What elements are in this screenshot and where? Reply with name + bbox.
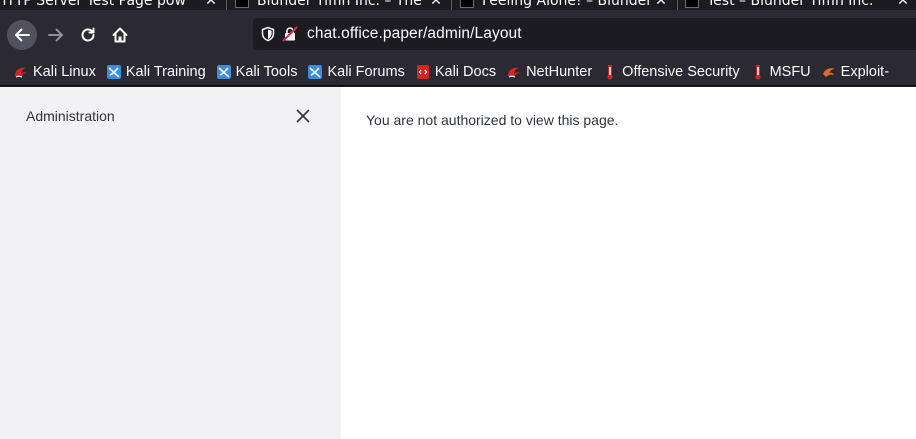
bookmark-label: NetHunter xyxy=(526,63,593,80)
bookmark-kali-docs[interactable]: Kali Docs xyxy=(415,64,496,80)
home-icon xyxy=(112,27,128,43)
reload-icon xyxy=(81,27,95,42)
bookmark-label: Kali Forums xyxy=(327,63,405,80)
tab-favicon-icon xyxy=(685,0,699,8)
tab-favicon-icon xyxy=(235,0,249,8)
forward-button[interactable] xyxy=(42,20,70,50)
tab-blunder-tiffin[interactable]: Blunder Tiffin Inc. – The ✕ xyxy=(235,0,443,10)
tab-strip: HTTP Server Test Page pow ✕ Blunder Tiff… xyxy=(0,0,916,10)
bookmark-exploit-db[interactable]: Exploit- xyxy=(821,64,889,80)
not-authorized-message: You are not authorized to view this page… xyxy=(366,112,619,128)
bookmark-label: Kali Tools xyxy=(235,63,298,80)
bookmark-kali-forums[interactable]: Kali Forums xyxy=(307,63,405,80)
bookmark-label: Offensive Security xyxy=(622,63,740,80)
kali-training-icon xyxy=(106,64,121,79)
tab-close-icon[interactable]: ✕ xyxy=(896,0,910,9)
msfu-icon xyxy=(755,64,761,79)
bookmark-label: Kali Linux xyxy=(33,63,96,80)
sidebar-title: Administration xyxy=(26,108,115,124)
kali-forums-icon xyxy=(308,64,323,79)
bookmark-msfu[interactable]: MSFU xyxy=(750,64,811,80)
admin-sidebar: Administration xyxy=(0,87,341,439)
bookmark-kali-training[interactable]: Kali Training xyxy=(106,64,206,80)
tab-close-icon[interactable]: ✕ xyxy=(654,0,668,9)
page-content: Administration You are not authorized to… xyxy=(0,87,916,439)
kali-tools-icon xyxy=(216,64,231,79)
kali-docs-icon xyxy=(416,64,429,79)
bookmark-label: Kali Training xyxy=(125,63,206,80)
insecure-lock-icon[interactable] xyxy=(282,26,298,42)
tab-http-server-test[interactable]: HTTP Server Test Page pow ✕ xyxy=(0,0,218,10)
tab-title: HTTP Server Test Page pow xyxy=(0,0,186,9)
tab-test-blunder[interactable]: Test – Blunder Tiffin Inc. ✕ xyxy=(685,0,910,10)
tab-favicon-icon xyxy=(460,0,474,8)
kali-dragon-icon xyxy=(15,67,27,78)
tab-title: Blunder Tiffin Inc. – The xyxy=(257,0,422,9)
bookmark-kali-linux[interactable]: Kali Linux xyxy=(13,64,96,80)
exploit-db-icon xyxy=(822,67,835,77)
url-text[interactable]: chat.office.paper/admin/Layout xyxy=(307,25,522,43)
bookmark-label: Exploit- xyxy=(840,63,890,80)
shield-icon[interactable] xyxy=(260,26,276,42)
navigation-toolbar: chat.office.paper/admin/Layout xyxy=(0,10,916,58)
bookmarks-toolbar: Kali Linux Kali Training Kali Tools Kali… xyxy=(0,58,916,86)
tab-title: Test – Blunder Tiffin Inc. xyxy=(707,0,874,9)
arrow-left-icon xyxy=(15,28,30,42)
tab-separator xyxy=(677,0,678,10)
address-bar[interactable]: chat.office.paper/admin/Layout xyxy=(253,18,916,50)
tab-close-icon[interactable]: ✕ xyxy=(429,0,443,9)
close-icon[interactable] xyxy=(295,108,311,124)
home-button[interactable] xyxy=(106,20,134,50)
nethunter-icon xyxy=(508,67,521,78)
tab-close-icon[interactable]: ✕ xyxy=(204,0,218,9)
offsec-icon xyxy=(607,64,613,79)
bookmark-offensive-security[interactable]: Offensive Security xyxy=(602,63,740,80)
arrow-right-icon xyxy=(48,28,63,42)
bookmark-kali-tools[interactable]: Kali Tools xyxy=(216,63,298,80)
tab-feeling-alone[interactable]: Feeling Alone! – Blunder ✕ xyxy=(460,0,668,10)
bookmark-label: Kali Docs xyxy=(434,63,497,80)
bookmark-nethunter[interactable]: NetHunter xyxy=(506,64,592,80)
tab-separator xyxy=(226,0,227,10)
tab-separator xyxy=(451,0,452,10)
reload-button[interactable] xyxy=(74,20,102,50)
back-button[interactable] xyxy=(7,20,37,50)
bookmark-label: MSFU xyxy=(769,63,811,80)
tab-title: Feeling Alone! – Blunder xyxy=(482,0,650,9)
